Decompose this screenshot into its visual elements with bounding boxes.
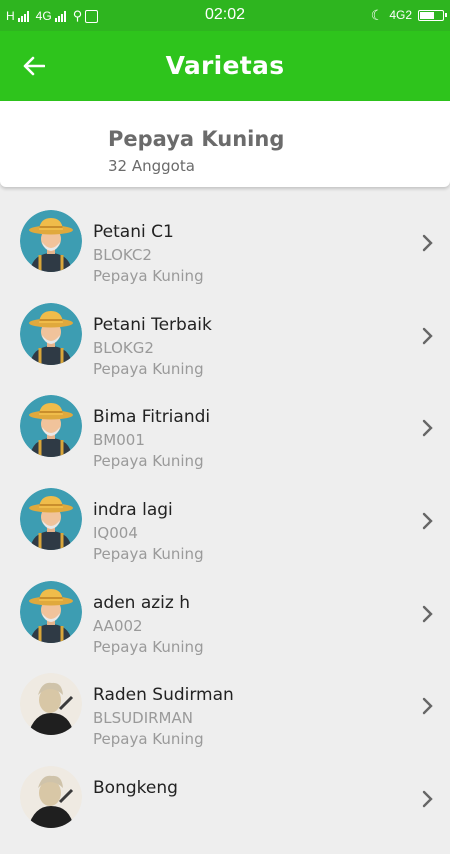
member-name: Raden Sudirman [93, 685, 234, 706]
member-name: Bongkeng [93, 778, 178, 799]
member-code: AA002 [93, 616, 143, 635]
member-row[interactable]: Bima Fitriandi BM001 Pepaya Kuning [0, 390, 450, 483]
chevron-right-icon [422, 420, 433, 437]
member-name: Bima Fitriandi [93, 407, 211, 428]
farmer-avatar-icon [20, 302, 82, 365]
member-variety: Pepaya Kuning [93, 267, 204, 285]
member-code: IQ004 [93, 524, 138, 543]
member-variety: Pepaya Kuning [93, 730, 204, 749]
member-row[interactable]: Raden Sudirman BLSUDIRMAN Pepaya Kuning [0, 668, 450, 761]
member-row[interactable]: Bongkeng [0, 761, 450, 854]
member-row[interactable]: Petani C1 BLOKC2 Pepaya Kuning [0, 205, 450, 298]
battery-icon [418, 9, 447, 21]
member-variety: Pepaya Kuning [93, 545, 204, 564]
moon-icon: ☾ [370, 6, 384, 23]
chevron-right-icon [422, 512, 433, 530]
chevron-right-icon [422, 327, 433, 344]
member-name: aden aziz h [93, 592, 191, 613]
member-code: BLSUDIRMAN [93, 709, 193, 728]
member-name: Petani C1 [93, 222, 174, 242]
status-right: ☾ 4G2 [370, 6, 447, 24]
member-row[interactable]: Petani Terbaik BLOKG2 Pepaya Kuning [0, 298, 450, 391]
chevron-right-icon [422, 605, 433, 622]
group-header-card: Pepaya Kuning 32 Anggota [0, 101, 450, 187]
chevron-right-icon [422, 790, 433, 808]
chevron-right-icon [422, 234, 433, 252]
group-member-count: 32 Anggota [108, 157, 195, 175]
member-variety: Pepaya Kuning [93, 452, 204, 471]
farmer-avatar-icon [20, 395, 82, 458]
farmer-avatar-icon [20, 488, 82, 551]
member-code: BLOKC2 [93, 246, 152, 264]
member-photo-avatar [20, 766, 82, 829]
member-row[interactable]: aden aziz h AA002 Pepaya Kuning [0, 576, 450, 669]
farmer-avatar-icon [20, 580, 82, 643]
group-name: Pepaya Kuning [108, 127, 285, 151]
farmer-avatar-icon [20, 210, 82, 272]
member-list: Petani C1 BLOKC2 Pepaya Kuning Petani Terb… [0, 205, 450, 854]
member-name: indra lagi [93, 500, 173, 521]
chevron-right-icon [422, 698, 433, 715]
member-variety: Pepaya Kuning [93, 637, 204, 656]
network-type-label-3: 4G2 [389, 8, 412, 22]
member-name: Petani Terbaik [93, 314, 212, 335]
member-variety: Pepaya Kuning [93, 359, 204, 378]
status-bar: H 4G ⚲ 02:02 ☾ 4G2 [0, 0, 450, 31]
member-row[interactable]: indra lagi IQ004 Pepaya Kuning [0, 483, 450, 576]
app-bar: Varietas [0, 31, 450, 101]
page-title: Varietas [165, 51, 285, 80]
member-code: BLOKG2 [93, 338, 154, 357]
member-code: BM001 [93, 431, 145, 450]
member-photo-avatar [20, 673, 82, 736]
